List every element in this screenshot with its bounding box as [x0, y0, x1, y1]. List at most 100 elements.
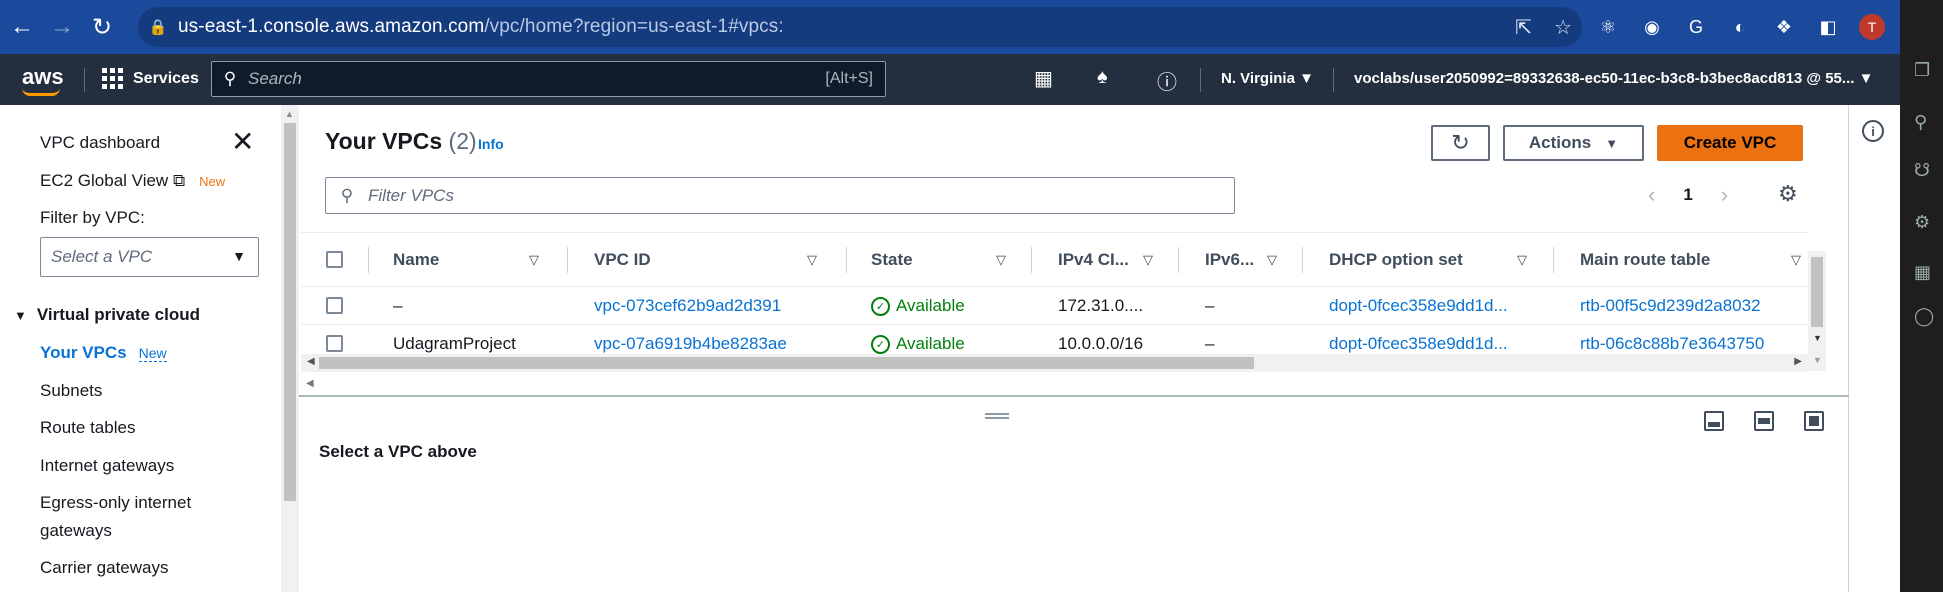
cell-dhcp-link[interactable]: dopt-0fcec358e9dd1d...	[1329, 334, 1508, 354]
row-checkbox[interactable]	[326, 297, 343, 314]
region-selector[interactable]: N. Virginia ▼	[1221, 70, 1314, 87]
forward-arrow-icon[interactable]: →	[44, 9, 80, 45]
column-state[interactable]: State	[871, 250, 913, 270]
sort-icon[interactable]: ▽	[1791, 252, 1801, 268]
sidebar-item-your-vpcs[interactable]: Your VPCs New	[40, 343, 167, 363]
adjacent-window-strip: ❐ ⚲ ☋ ⚙ ▦ ◯	[1900, 0, 1943, 592]
back-arrow-icon[interactable]: ←	[4, 9, 40, 45]
cell-ipv6: –	[1205, 334, 1215, 353]
dropdown-caret-icon: ▼	[232, 248, 246, 264]
detail-panel-message: Select a VPC above	[319, 442, 477, 461]
table-vertical-scrollbar[interactable]: ▼ ▼	[1808, 251, 1826, 371]
sidebar-item-ec2-global-view[interactable]: EC2 Global View ⧉ New	[40, 171, 225, 191]
account-icon: ◯	[1914, 306, 1935, 326]
row-checkbox[interactable]	[326, 335, 343, 352]
table-row[interactable]: – vpc-073cef62b9ad2d391 ✓ Available 172.3…	[301, 287, 1808, 325]
reload-icon[interactable]: ↻	[84, 9, 120, 45]
scroll-left-icon[interactable]: ◀	[306, 378, 314, 389]
search-icon: ⚲	[340, 185, 354, 205]
column-main-route-table[interactable]: Main route table	[1580, 250, 1710, 270]
column-name[interactable]: Name	[393, 250, 439, 270]
aws-logo[interactable]: aws	[22, 64, 64, 96]
sidebar-item-egress-only-internet-gateways-line2[interactable]: gateways	[40, 521, 112, 541]
notifications-bell-icon[interactable]: ♠	[1097, 66, 1108, 89]
table-header: Name ▽ VPC ID ▽ State ▽ IPv4 CI... ▽ IPv…	[301, 232, 1808, 287]
info-panel-icon[interactable]: i	[1862, 120, 1884, 142]
next-page-icon[interactable]: ›	[1721, 182, 1728, 208]
check-circle-icon: ✓	[871, 334, 890, 354]
pagination: ‹ 1 ›	[1648, 182, 1728, 208]
translate-icon[interactable]: G	[1683, 14, 1709, 40]
debug-icon: ⚙	[1914, 212, 1931, 232]
column-ipv4-cidr[interactable]: IPv4 CI...	[1058, 250, 1129, 270]
share-icon[interactable]: ⇱	[1515, 15, 1532, 40]
sort-icon[interactable]: ▽	[1517, 252, 1527, 268]
help-icon[interactable]: ⓘ	[1157, 66, 1177, 95]
table-row[interactable]: UdagramProject vpc-07a6919b4be8283ae ✓ Av…	[301, 325, 1808, 354]
new-badge: New	[138, 345, 167, 362]
sidebar-scrollbar[interactable]: ▲	[281, 105, 299, 592]
cell-state: ✓ Available	[871, 334, 965, 354]
panel-full-icon[interactable]	[1804, 411, 1824, 431]
external-link-icon: ⧉	[172, 171, 186, 190]
sidebar-item-route-tables[interactable]: Route tables	[40, 418, 135, 438]
extensions-puzzle-icon[interactable]: ❖	[1771, 14, 1797, 40]
split-panel-drag-handle[interactable]	[985, 413, 1009, 419]
table-settings-gear-icon[interactable]: ⚙	[1778, 181, 1798, 207]
grammarly-icon[interactable]: ◉	[1639, 14, 1665, 40]
sidebar-item-carrier-gateways[interactable]: Carrier gateways	[40, 558, 169, 578]
actions-button[interactable]: Actions ▼	[1503, 125, 1644, 161]
react-devtools-icon[interactable]: ⚛	[1595, 14, 1621, 40]
cell-vpc-id-link[interactable]: vpc-073cef62b9ad2d391	[594, 296, 781, 316]
select-all-checkbox[interactable]	[326, 251, 343, 268]
sort-icon[interactable]: ▽	[529, 252, 539, 268]
bookmark-star-icon[interactable]: ☆	[1554, 15, 1572, 40]
cell-ipv6: –	[1205, 296, 1215, 315]
split-panel-divider	[299, 395, 1849, 397]
refresh-icon: ↻	[1451, 130, 1470, 155]
sort-icon[interactable]: ▽	[1267, 252, 1277, 268]
check-circle-icon: ✓	[871, 296, 890, 316]
prev-page-icon[interactable]: ‹	[1648, 182, 1655, 208]
sidepanel-icon[interactable]: ◧	[1815, 14, 1841, 40]
sort-icon[interactable]: ▽	[1143, 252, 1153, 268]
account-menu[interactable]: voclabs/user2050992=89332638-ec50-11ec-b…	[1354, 70, 1873, 87]
column-vpc-id[interactable]: VPC ID	[594, 250, 651, 270]
sidebar-item-internet-gateways[interactable]: Internet gateways	[40, 456, 174, 476]
vpc-filter-select[interactable]: Select a VPC ▼	[40, 237, 259, 277]
create-vpc-button[interactable]: Create VPC	[1657, 125, 1803, 161]
extension-circle-icon[interactable]: ◐	[1727, 14, 1753, 40]
cell-dhcp-link[interactable]: dopt-0fcec358e9dd1d...	[1329, 296, 1508, 316]
services-menu-button[interactable]: Services	[102, 68, 199, 89]
new-badge: New	[199, 174, 226, 189]
sidebar-item-egress-only-internet-gateways[interactable]: Egress-only internet	[40, 493, 191, 513]
table-horizontal-scrollbar[interactable]: ◀ ▶	[301, 354, 1808, 372]
column-ipv6-cidr[interactable]: IPv6...	[1205, 250, 1254, 270]
collapse-caret-icon: ▼	[14, 307, 27, 323]
sidebar-item-subnets[interactable]: Subnets	[40, 381, 102, 401]
cell-route-table-link[interactable]: rtb-00f5c9d239d2a8032	[1580, 296, 1761, 316]
cell-vpc-id-link[interactable]: vpc-07a6919b4be8283ae	[594, 334, 787, 354]
console-search-input[interactable]: ⚲ Search [Alt+S]	[211, 61, 886, 97]
search-icon: ⚲	[223, 69, 237, 88]
close-nav-icon[interactable]: ✕	[231, 128, 254, 156]
sort-icon[interactable]: ▽	[807, 252, 817, 268]
extensions-icon: ▦	[1914, 262, 1932, 282]
panel-side-icon[interactable]	[1754, 411, 1774, 431]
cell-route-table-link[interactable]: rtb-06c8c88b7e3643750	[1580, 334, 1764, 354]
address-bar[interactable]: 🔒 us-east-1.console.aws.amazon.com/vpc/h…	[138, 7, 1582, 47]
current-page[interactable]: 1	[1683, 185, 1692, 205]
profile-avatar[interactable]: T	[1859, 14, 1885, 40]
sidebar-item-vpc-dashboard[interactable]: VPC dashboard	[40, 133, 160, 153]
sort-icon[interactable]: ▽	[996, 252, 1006, 268]
info-link[interactable]: Info	[478, 136, 504, 152]
column-dhcp-option-set[interactable]: DHCP option set	[1329, 250, 1463, 270]
filter-vpcs-input[interactable]: ⚲ Filter VPCs	[325, 177, 1235, 214]
panel-bottom-icon[interactable]	[1704, 411, 1724, 431]
section-virtual-private-cloud[interactable]: ▼ Virtual private cloud	[14, 305, 200, 325]
cell-ipv4: 10.0.0.0/16	[1058, 334, 1144, 353]
cloudshell-icon[interactable]: ▦	[1034, 66, 1053, 91]
filter-by-vpc-label: Filter by VPC:	[40, 208, 145, 227]
refresh-button[interactable]: ↻	[1431, 125, 1490, 161]
vpcs-table: Name ▽ VPC ID ▽ State ▽ IPv4 CI... ▽ IPv…	[301, 232, 1808, 354]
